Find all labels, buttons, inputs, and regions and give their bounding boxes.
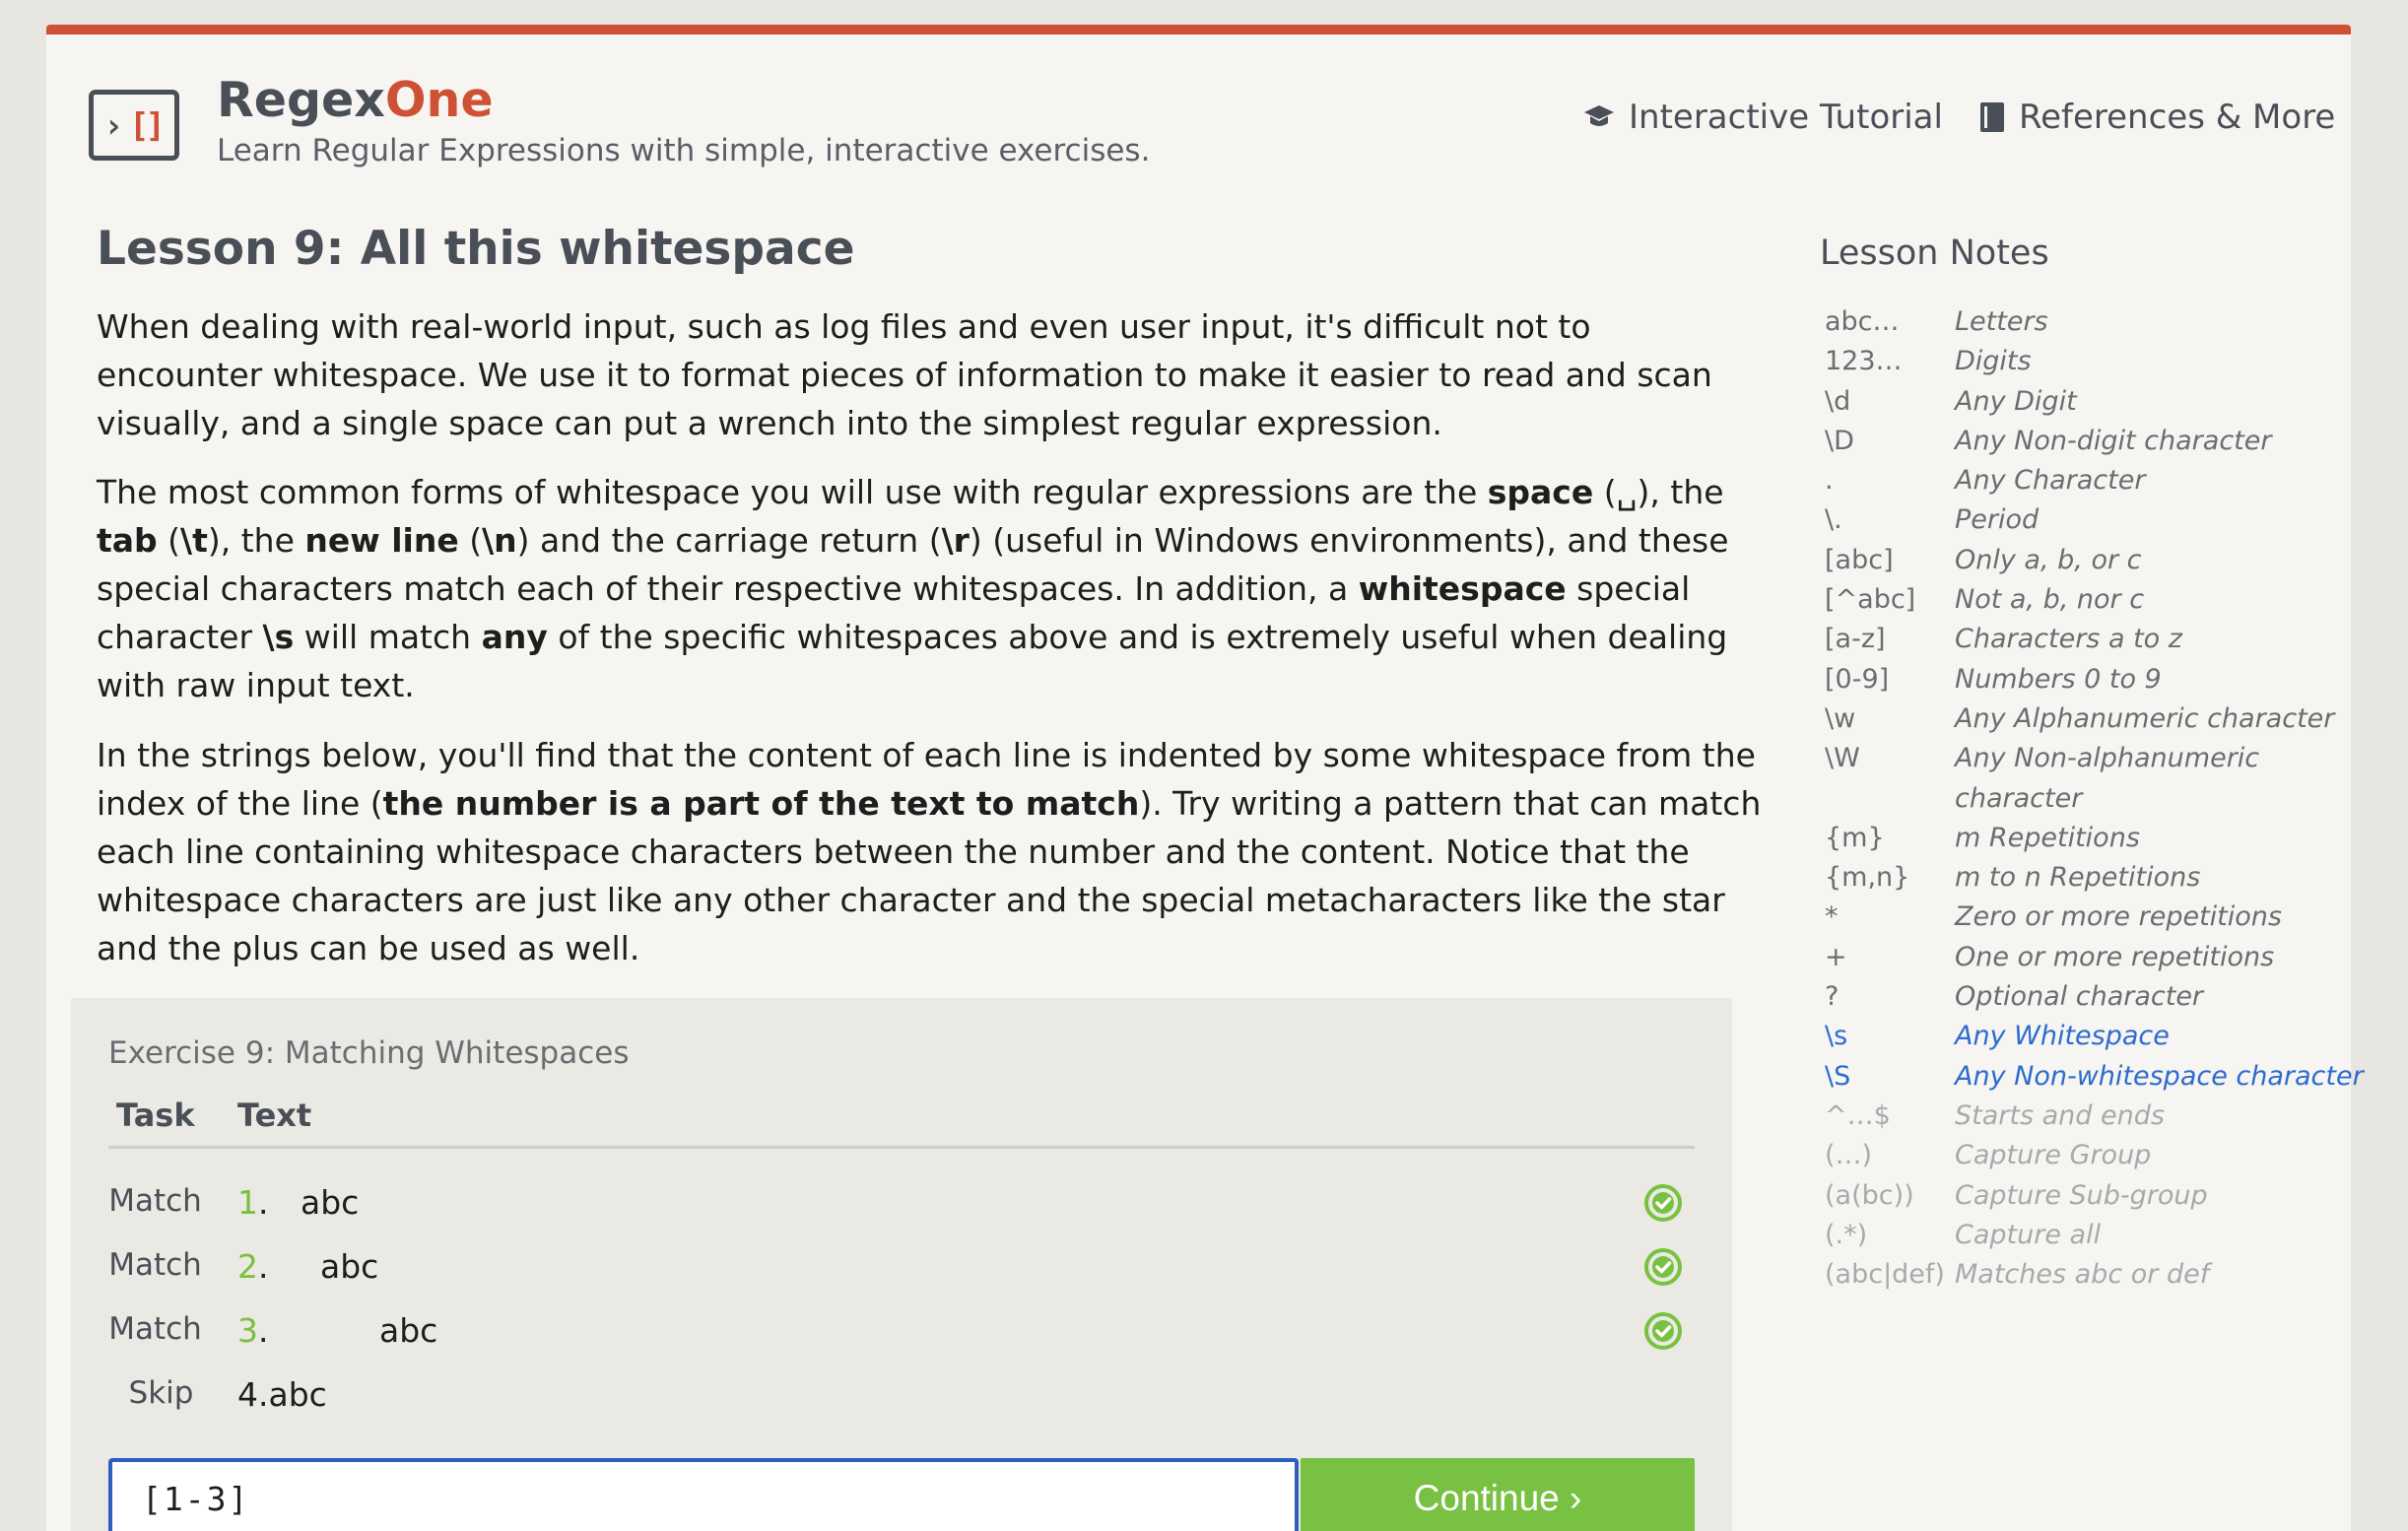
note-item-upcoming: ^…$ Starts and ends — [1825, 1099, 2165, 1131]
row-index: 3. — [237, 1311, 269, 1350]
nav-tutorial-label: Interactive Tutorial — [1629, 98, 1943, 137]
exercise-title: Exercise 9: Matching Whitespaces — [108, 1035, 630, 1071]
lesson-notes-title: Lesson Notes — [1820, 233, 2049, 273]
note-item-active: \S Any Non-whitespace character — [1825, 1060, 2364, 1092]
check-circle-icon — [1644, 1312, 1682, 1350]
check-circle-icon — [1644, 1184, 1682, 1222]
task-label: Match — [108, 1311, 202, 1347]
nav-interactive-tutorial[interactable]: Interactive Tutorial — [1583, 98, 1943, 137]
note-item-upcoming: (abc|def) Matches abc or def — [1825, 1259, 2210, 1291]
note-item: \w Any Alphanumeric character — [1825, 702, 2335, 734]
column-header-text: Text — [237, 1097, 312, 1134]
exercise-row: Match 3. abc — [108, 1301, 1695, 1361]
note-item: [0-9] Numbers 0 to 9 — [1825, 663, 2162, 695]
note-item: + One or more repetitions — [1825, 941, 2275, 972]
task-label: Match — [108, 1247, 202, 1283]
lesson-title: Lesson 9: All this whitespace — [97, 222, 855, 276]
row-index: 1. — [237, 1183, 269, 1222]
note-item: ? Optional character — [1825, 981, 2204, 1013]
page-container: ›[] RegexOne Learn Regular Expressions w… — [46, 25, 2364, 1531]
note-item-upcoming: (.*) Capture all — [1825, 1219, 2102, 1250]
exercise-row: Skip 4.abc — [108, 1365, 1695, 1425]
note-item: \D Any Non-digit character — [1825, 425, 2272, 456]
lesson-paragraph-1: When dealing with real-world input, such… — [97, 307, 1712, 442]
lesson-notes-list: abc… Letters 123… Digits \d Any Digit \D Any… — [1825, 302, 2376, 1295]
note-item: . Any Character — [1825, 465, 2146, 497]
row-text: abc — [301, 1183, 360, 1222]
exercise-row: Match 2. abc — [108, 1237, 1695, 1297]
row-index: 2. — [237, 1247, 269, 1286]
book-icon — [1980, 102, 2004, 132]
task-label: Match — [108, 1183, 202, 1219]
note-item: \W Any Non-alphanumeric — [1825, 743, 2260, 774]
note-item: [abc] Only a, b, or c — [1825, 544, 2142, 575]
note-item: [^abc] Not a, b, nor c — [1825, 584, 2145, 616]
task-label: Skip — [128, 1375, 194, 1411]
note-item: * Zero or more repetitions — [1825, 901, 2282, 933]
brand-main: Regex — [217, 72, 385, 128]
row-text: 4.abc — [237, 1375, 327, 1414]
exercise-row: Match 1. abc — [108, 1173, 1695, 1232]
tagline: Learn Regular Expressions with simple, i… — [217, 133, 1151, 168]
note-item-active: \s Any Whitespace — [1825, 1021, 2170, 1052]
note-item: {m} m Repetitions — [1825, 822, 2140, 853]
note-item: [a-z] Characters a to z — [1825, 624, 2182, 655]
note-item: {m,n} m to n Repetitions — [1825, 862, 2201, 894]
nav-references[interactable]: References & More — [1979, 98, 2335, 137]
regex-input[interactable] — [108, 1458, 1299, 1531]
note-item: 123… Digits — [1825, 346, 2032, 377]
lesson-paragraph-2: The most common forms of whitespace you … — [97, 473, 1729, 704]
lesson-paragraph-3: In the strings below, you'll find that t… — [97, 736, 1762, 967]
brand-name[interactable]: RegexOne — [217, 72, 494, 128]
note-item-upcoming: (a(bc)) Capture Sub-group — [1825, 1179, 2208, 1211]
row-text: abc — [379, 1311, 438, 1350]
note-item: character — [1955, 782, 2083, 814]
graduation-cap-icon — [1584, 105, 1614, 126]
check-circle-icon — [1644, 1248, 1682, 1286]
note-item: \. Period — [1825, 504, 2040, 536]
row-text: abc — [320, 1247, 379, 1286]
note-item: \d Any Digit — [1825, 385, 2077, 417]
column-header-task: Task — [116, 1097, 195, 1134]
regexone-logo-icon[interactable]: ›[] — [89, 90, 179, 161]
continue-button[interactable]: Continue › — [1301, 1458, 1695, 1531]
header-divider — [108, 1146, 1695, 1149]
nav-references-label: References & More — [2019, 98, 2336, 137]
note-item-upcoming: (…) Capture Group — [1825, 1140, 2152, 1171]
brand-accent: One — [384, 72, 494, 128]
note-item: abc… Letters — [1825, 306, 2048, 337]
exercise-panel: Exercise 9: Matching Whitespaces Task Te… — [71, 998, 1732, 1531]
